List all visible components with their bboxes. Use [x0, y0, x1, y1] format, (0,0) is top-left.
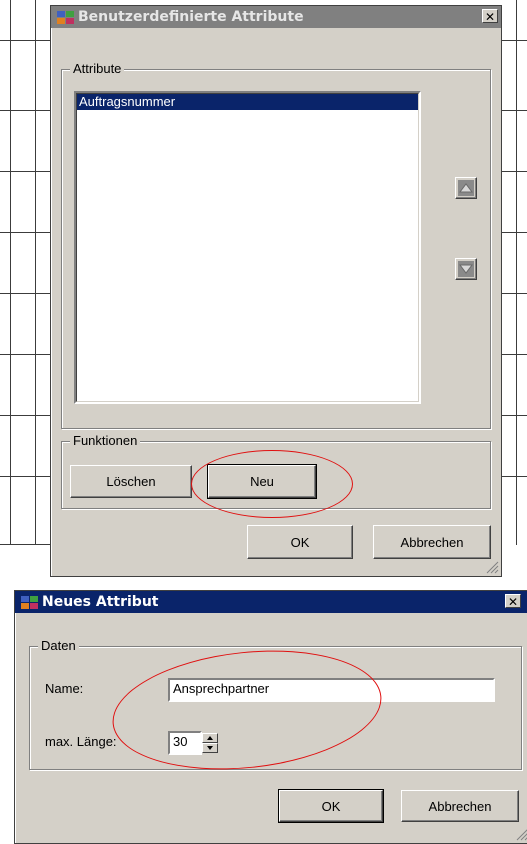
app-icon — [57, 10, 75, 24]
attribute-list[interactable]: Auftragsnummer — [74, 91, 421, 404]
grid-line — [0, 476, 50, 477]
cancel-button[interactable]: Abbrechen — [373, 525, 491, 559]
grid-line — [0, 544, 50, 545]
max-length-label: max. Länge: — [45, 734, 117, 749]
ok-button[interactable]: OK — [278, 789, 384, 823]
app-icon — [21, 595, 39, 609]
list-item[interactable]: Auftragsnummer — [77, 94, 418, 110]
dialog-title: Benutzerdefinierte Attribute — [78, 9, 304, 25]
grid-line — [0, 171, 50, 172]
close-icon[interactable]: ✕ — [482, 9, 498, 24]
resize-grip-icon[interactable] — [485, 560, 499, 574]
cancel-button[interactable]: Abbrechen — [401, 790, 519, 822]
delete-button[interactable]: Löschen — [70, 465, 192, 498]
arrow-down-icon — [458, 261, 474, 277]
custom-attributes-titlebar[interactable]: Benutzerdefinierte Attribute ✕ — [51, 6, 501, 28]
grid-line — [35, 0, 36, 545]
arrow-up-icon — [458, 180, 474, 196]
dialog-title: Neues Attribut — [42, 594, 159, 610]
functions-group-label: Funktionen — [70, 433, 141, 448]
grid-line — [0, 415, 50, 416]
grid-line — [10, 0, 11, 545]
move-up-button[interactable] — [455, 177, 477, 199]
move-down-button[interactable] — [455, 258, 477, 280]
grid-line — [0, 354, 50, 355]
data-group-label: Daten — [38, 638, 79, 653]
annotation-ellipse — [191, 450, 353, 518]
close-icon[interactable]: ✕ — [505, 594, 521, 609]
grid-line — [0, 232, 50, 233]
ok-button[interactable]: OK — [247, 525, 353, 559]
resize-grip-icon[interactable] — [515, 827, 527, 841]
grid-line — [0, 293, 50, 294]
grid-line — [0, 110, 50, 111]
grid-line — [0, 40, 50, 41]
grid-line — [516, 0, 517, 545]
attribute-list-frame — [76, 93, 419, 402]
name-label: Name: — [45, 681, 84, 696]
new-attribute-titlebar[interactable]: Neues Attribut ✕ — [15, 591, 527, 613]
attribute-group: Attribute Auftragsnummer — [61, 61, 491, 429]
attribute-group-label: Attribute — [70, 61, 125, 76]
